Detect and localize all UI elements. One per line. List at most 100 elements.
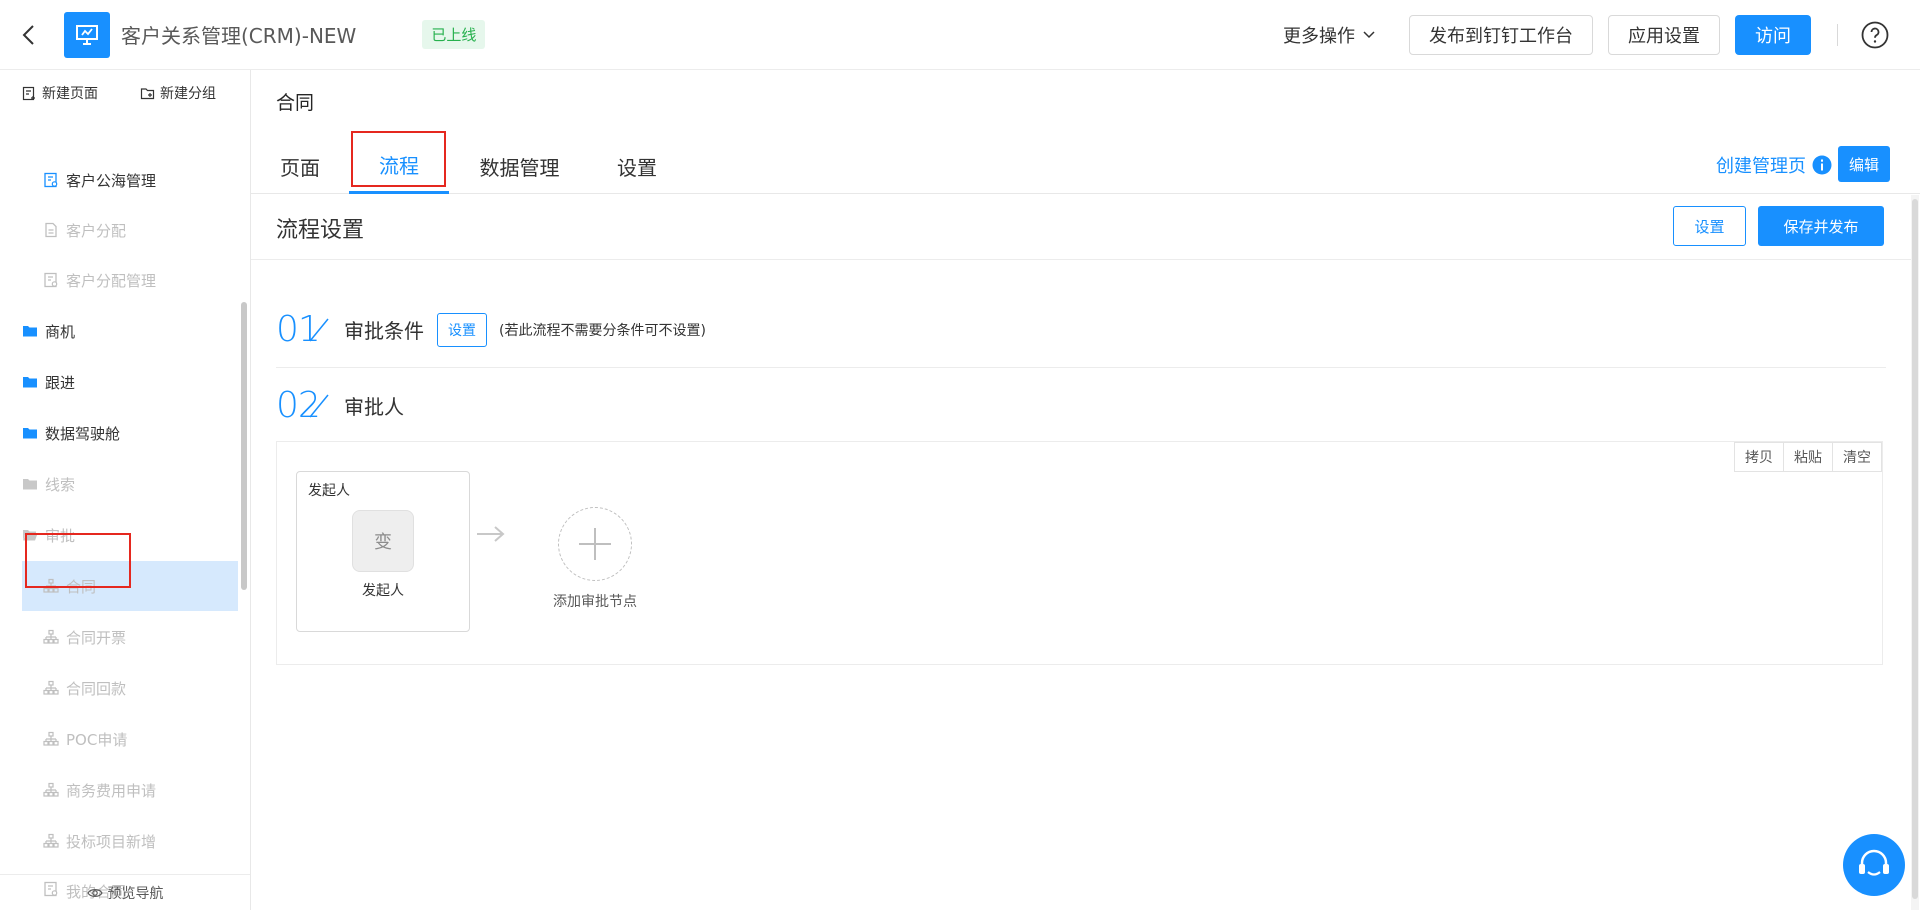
avatar: 变	[352, 510, 414, 572]
help-icon[interactable]	[1861, 21, 1889, 49]
sidebar-item-label: 合同回款	[66, 679, 127, 698]
sidebar-scrollbar[interactable]	[241, 302, 247, 590]
edit-button[interactable]: 编辑	[1838, 146, 1890, 182]
flow-settings-title: 流程设置	[276, 218, 365, 243]
sidebar-item-customer-assign[interactable]: 客户分配	[0, 205, 240, 255]
visit-button[interactable]: 访问	[1735, 15, 1811, 55]
sidebar-folder-opportunity[interactable]: 商机	[0, 306, 240, 356]
tab-pages[interactable]: 页面	[276, 138, 324, 194]
step-number-2: 02	[276, 385, 340, 426]
sidebar-item-contract-payment[interactable]: 合同回款	[0, 663, 240, 713]
sidebar-item-business-expense[interactable]: 商务费用申请	[0, 765, 240, 815]
app-settings-button[interactable]: 应用设置	[1608, 15, 1720, 55]
sidebar-item-bid-project[interactable]: 投标项目新增	[0, 816, 240, 866]
tab-data-management[interactable]: 数据管理	[477, 138, 562, 194]
condition-settings-button[interactable]: 设置	[437, 312, 487, 347]
sidebar-item-label: 审批	[45, 526, 76, 545]
sidebar-item-label: 合同	[66, 577, 97, 596]
sidebar-folder-approval[interactable]: 审批	[0, 510, 240, 560]
folder-icon	[23, 479, 37, 490]
sidebar-folder-data-cockpit[interactable]: 数据驾驶舱	[0, 408, 240, 458]
add-approval-node-label: 添加审批节点	[553, 594, 637, 610]
create-mgmt-label: 创建管理页	[1716, 156, 1806, 177]
sidebar-item-label: 线索	[45, 475, 76, 494]
sidebar-item-customer-assign-mgmt[interactable]: 客户分配管理	[0, 255, 240, 305]
sidebar-item-label: 跟进	[45, 373, 76, 392]
eye-icon	[86, 888, 103, 897]
info-icon[interactable]	[1812, 155, 1832, 175]
status-badge: 已上线	[422, 20, 486, 49]
flow-icon	[43, 680, 59, 695]
tab-settings[interactable]: 设置	[613, 138, 661, 194]
sidebar-folder-leads[interactable]: 线索	[0, 459, 240, 509]
scrollbar-thumb[interactable]	[1912, 199, 1918, 899]
doc-icon	[45, 222, 57, 238]
save-and-publish-button[interactable]: 保存并发布	[1758, 206, 1884, 246]
copy-button[interactable]: 拷贝	[1734, 442, 1784, 472]
sidebar-item-label: 数据驾驶舱	[45, 424, 121, 443]
tab-flow[interactable]: 流程	[349, 138, 449, 194]
initiator-node[interactable]: 发起人 变 发起人	[296, 471, 470, 632]
app-title: 客户关系管理(CRM)-NEW	[121, 24, 357, 48]
new-page-label: 新建页面	[42, 86, 98, 102]
preview-nav-label: 预览导航	[107, 885, 164, 902]
sidebar-item-customer-pool[interactable]: 客户公海管理	[0, 155, 240, 205]
add-approval-node-button[interactable]	[558, 507, 632, 581]
headset-icon	[1859, 849, 1889, 876]
folder-icon	[23, 377, 37, 388]
main-scrollbar[interactable]	[1911, 195, 1919, 910]
folder-icon	[23, 326, 37, 337]
sidebar-item-label: 投标项目新增	[66, 832, 157, 851]
sidebar-item-contract[interactable]: 合同	[22, 561, 238, 611]
publish-dingtalk-button[interactable]: 发布到钉钉工作台	[1409, 15, 1593, 55]
node-name: 发起人	[362, 583, 404, 599]
step-number-1: 01	[276, 309, 340, 350]
flow-canvas[interactable]: 拷贝 粘贴 清空 发起人 变 发起人 添加审批节点	[276, 441, 1883, 665]
paste-button[interactable]: 粘贴	[1784, 442, 1833, 472]
new-group-button[interactable]: 新建分组	[140, 83, 216, 103]
step-hint: (若此流程不需要分条件可不设置)	[499, 322, 706, 339]
plus-icon	[579, 528, 611, 560]
flow-icon	[43, 782, 59, 797]
clear-button[interactable]: 清空	[1833, 442, 1882, 472]
sidebar-item-label: POC申请	[66, 730, 128, 749]
sidebar: 新建页面 新建分组 客户公海管理 客户分配 客户分配管理 商机 跟进 数据驾驶舱…	[0, 70, 251, 910]
step-slash-icon	[309, 394, 329, 417]
sidebar-item-label: 客户分配管理	[66, 271, 157, 290]
page-title: 合同	[276, 92, 315, 114]
flow-icon	[43, 629, 59, 644]
new-folder-icon	[140, 87, 155, 99]
step-slash-icon	[309, 318, 329, 342]
form-icon	[44, 272, 58, 288]
arrow-right-icon	[477, 526, 505, 542]
create-management-page-link[interactable]: 创建管理页	[1716, 152, 1832, 178]
flow-icon	[43, 578, 59, 593]
step-approver: 02 审批人	[276, 370, 1886, 440]
step-approval-condition: 01 审批条件 设置 (若此流程不需要分条件可不设置)	[276, 292, 1886, 368]
sidebar-item-label: 合同开票	[66, 628, 127, 647]
flow-settings-header: 流程设置 设置 保存并发布	[251, 195, 1911, 260]
preview-nav-button[interactable]: 预览导航	[0, 874, 250, 910]
node-label: 发起人	[308, 483, 350, 499]
tab-bar: 页面 流程 数据管理 设置	[251, 138, 1920, 194]
new-page-icon	[22, 86, 35, 100]
chevron-left-icon	[22, 24, 34, 45]
more-actions-label: 更多操作	[1283, 26, 1355, 47]
main-content: 合同 页面 流程 数据管理 设置 创建管理页 编辑 流程设置 设置 保存并发布 …	[251, 70, 1920, 910]
folder-open-icon	[23, 530, 38, 541]
flow-icon	[43, 833, 59, 848]
flow-settings-button[interactable]: 设置	[1673, 206, 1746, 246]
new-page-button[interactable]: 新建页面	[22, 83, 98, 103]
top-bar: 客户关系管理(CRM)-NEW 已上线 更多操作 发布到钉钉工作台 应用设置 访…	[0, 0, 1920, 70]
back-button[interactable]	[0, 0, 56, 70]
form-icon	[44, 172, 58, 188]
more-actions-dropdown[interactable]: 更多操作	[1283, 22, 1375, 48]
chevron-down-icon	[1363, 31, 1375, 39]
sidebar-folder-followup[interactable]: 跟进	[0, 357, 240, 407]
new-group-label: 新建分组	[160, 86, 216, 102]
sidebar-item-label: 商机	[45, 322, 76, 341]
sidebar-item-poc-request[interactable]: POC申请	[0, 714, 240, 764]
sidebar-item-contract-invoice[interactable]: 合同开票	[0, 612, 240, 662]
customer-support-button[interactable]	[1843, 834, 1905, 896]
sidebar-item-label: 客户分配	[66, 221, 127, 240]
